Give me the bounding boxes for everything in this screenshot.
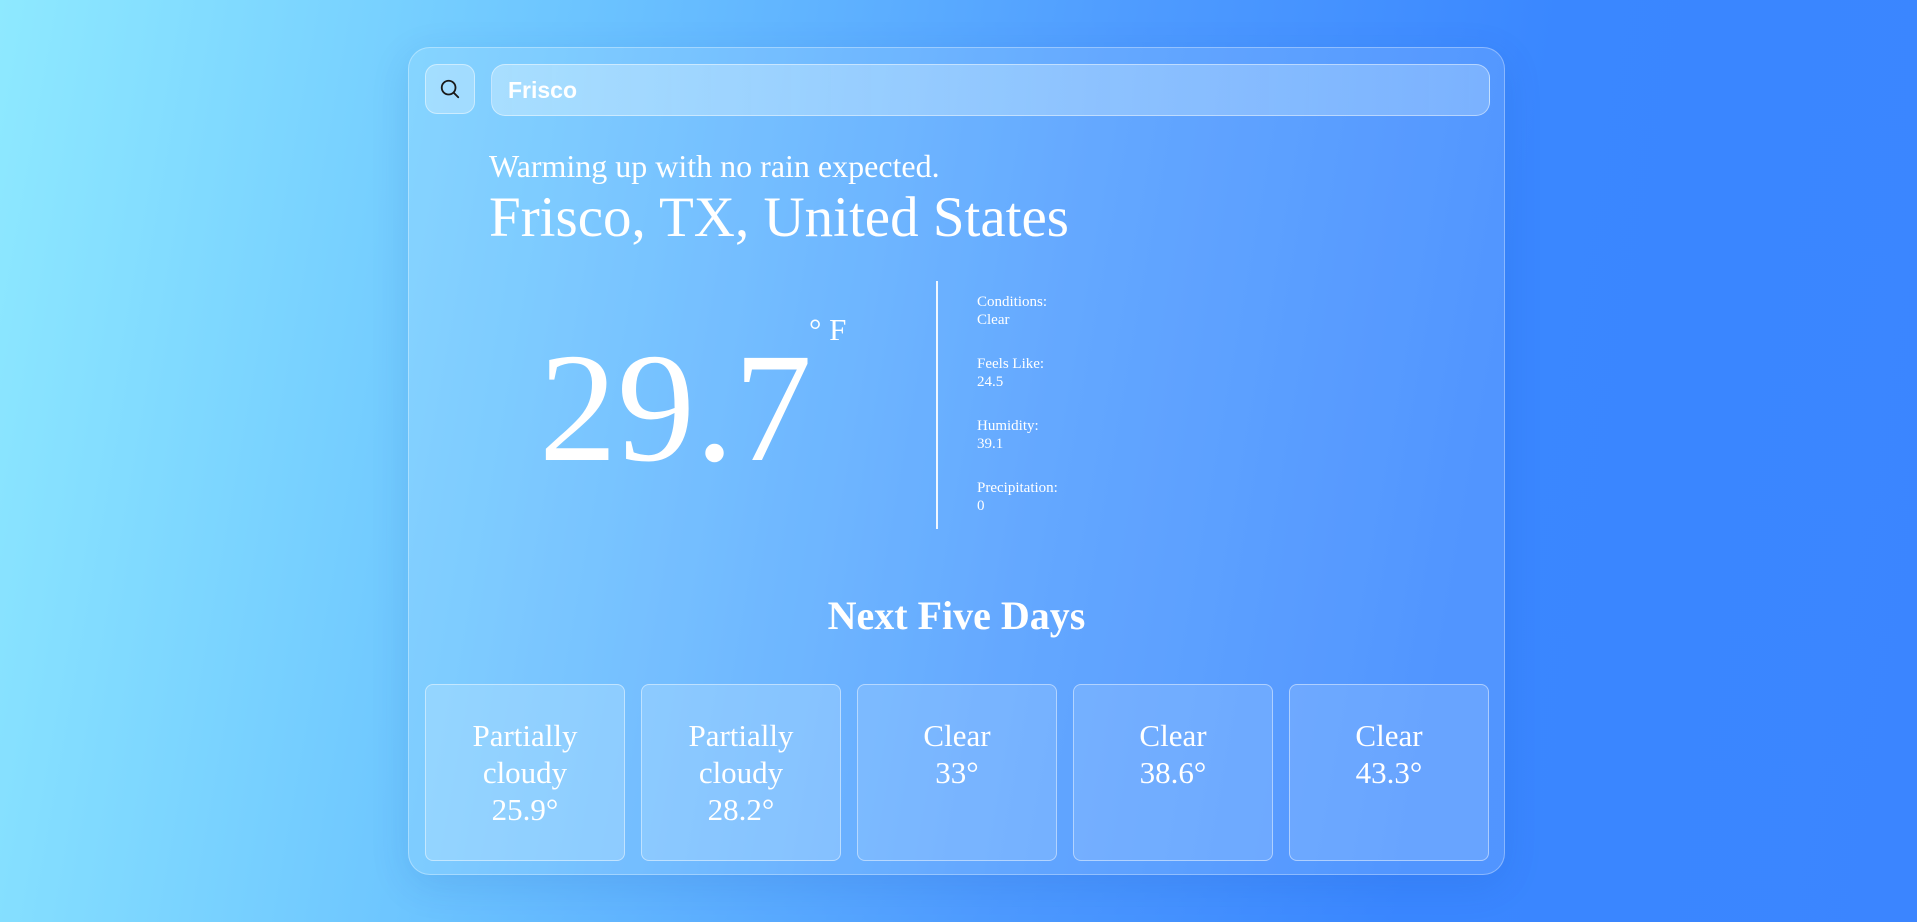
detail-value: 39.1 <box>977 436 1004 452</box>
forecast-day-card: Partially cloudy 25.9° <box>425 684 625 861</box>
detail-feels-like: Feels Like: 24.5 <box>977 355 1058 417</box>
forecast-conditions: Clear <box>923 718 991 753</box>
forecast-conditions: Clear <box>1355 718 1423 753</box>
forecast-conditions: cloudy <box>482 755 568 790</box>
weather-details: Conditions: Clear Feels Like: 24.5 Humid… <box>977 293 1058 541</box>
temperature-unit: ° F <box>809 312 847 347</box>
forecast-conditions: Partially <box>472 718 578 753</box>
forecast-conditions: Clear <box>1139 718 1207 753</box>
forecast-day-card: Clear 33° <box>857 684 1057 861</box>
current-temperature: 29.7 <box>539 321 812 494</box>
forecast-temperature: 43.3° <box>1355 755 1423 790</box>
forecast-temperature: 28.2° <box>707 792 775 827</box>
detail-label: Feels Like: <box>977 356 1045 372</box>
detail-value: 0 <box>977 498 985 514</box>
forecast-conditions: Partially <box>688 718 794 753</box>
detail-value: 24.5 <box>977 374 1004 390</box>
detail-label: Humidity: <box>977 418 1039 434</box>
forecast-day-card: Clear 43.3° <box>1289 684 1489 861</box>
forecast-temperature: 38.6° <box>1139 755 1207 790</box>
forecast-temperature: 25.9° <box>491 792 559 827</box>
detail-conditions: Conditions: Clear <box>977 293 1058 355</box>
forecast-day-card: Partially cloudy 28.2° <box>641 684 841 861</box>
location-title: Frisco, TX, United States <box>489 186 1069 249</box>
forecast-conditions: cloudy <box>698 755 784 790</box>
weather-summary: Warming up with no rain expected. <box>489 148 940 184</box>
detail-value: Clear <box>977 312 1010 328</box>
search-input[interactable] <box>491 64 1490 116</box>
weather-card: Warming up with no rain expected. Frisco… <box>408 47 1505 875</box>
search-button[interactable] <box>425 64 475 114</box>
detail-label: Conditions: <box>977 294 1048 310</box>
detail-humidity: Humidity: 39.1 <box>977 417 1058 479</box>
search-icon <box>440 79 460 99</box>
divider <box>936 281 938 529</box>
forecast-day-card: Clear 38.6° <box>1073 684 1273 861</box>
forecast-title: Next Five Days <box>827 593 1086 638</box>
forecast-temperature: 33° <box>935 755 979 790</box>
detail-label: Precipitation: <box>977 480 1058 496</box>
forecast-list: Partially cloudy 25.9° Partially cloudy … <box>425 684 1489 861</box>
detail-precipitation: Precipitation: 0 <box>977 479 1058 541</box>
